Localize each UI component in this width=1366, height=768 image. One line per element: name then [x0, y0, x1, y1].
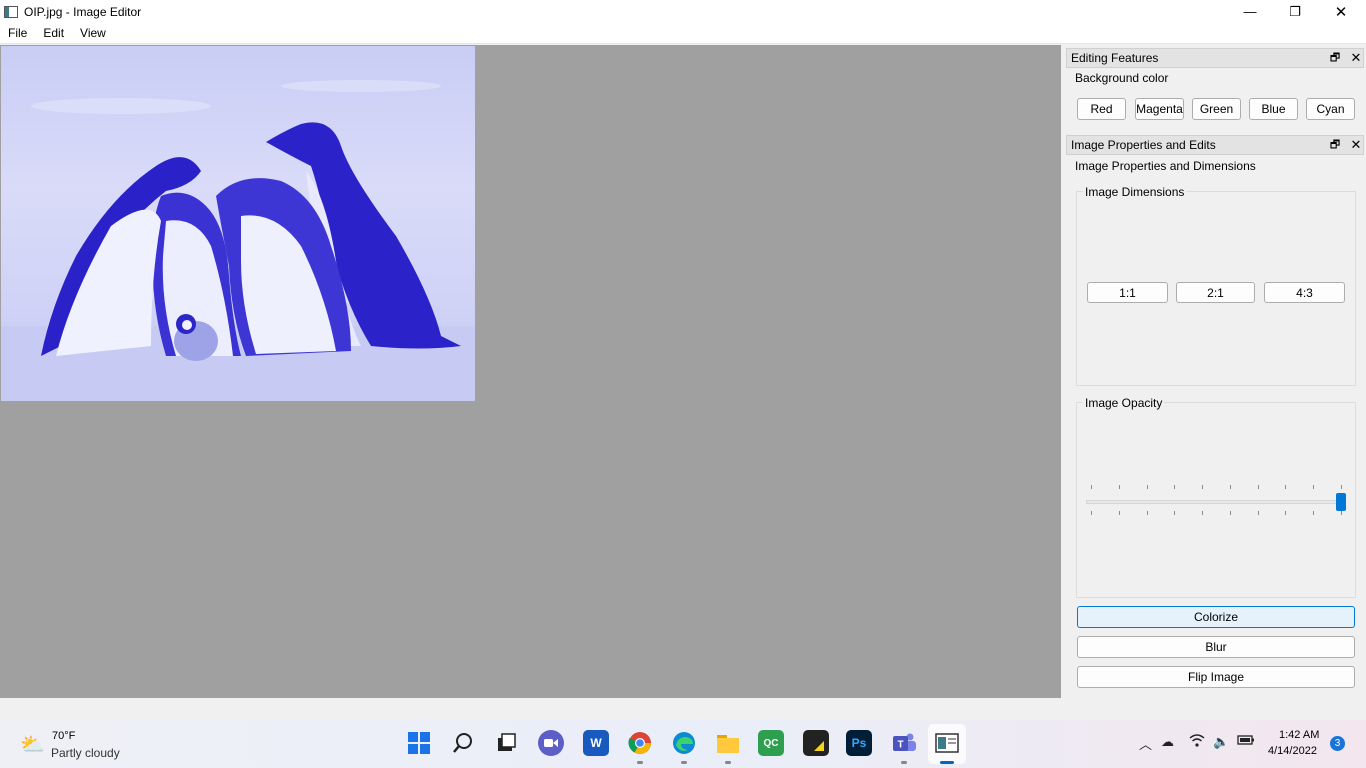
slider-tick — [1202, 485, 1204, 489]
slider-tick — [1257, 485, 1259, 489]
sticky-notes-icon[interactable] — [803, 730, 829, 756]
teams-running-indicator — [901, 761, 907, 764]
close-button[interactable]: ✕ — [1318, 0, 1364, 23]
editor-active-indicator — [940, 761, 954, 764]
penguins-image — [1, 46, 475, 401]
weather-description[interactable]: Partly cloudy — [51, 746, 120, 760]
weather-icon[interactable]: ⛅ — [20, 732, 45, 757]
slider-tick — [1229, 511, 1231, 515]
chevron-up-icon[interactable]: ︿ — [1139, 734, 1152, 753]
ratio-4-3-button[interactable]: 4:3 — [1264, 282, 1345, 303]
slider-tick — [1341, 485, 1342, 489]
chat-icon[interactable] — [538, 730, 564, 756]
close-dock-icon[interactable]: ✕ — [1348, 50, 1364, 66]
title-bar: OIP.jpg - Image Editor — ❐ ✕ — [0, 0, 1366, 23]
slider-tick — [1146, 511, 1148, 515]
onedrive-icon[interactable]: ☁ — [1161, 734, 1174, 750]
qc-icon[interactable]: QC — [758, 730, 784, 756]
flip-image-button[interactable]: Flip Image — [1077, 666, 1355, 688]
colorize-button[interactable]: Colorize — [1077, 606, 1355, 628]
menu-view[interactable]: View — [72, 26, 114, 40]
image-properties-subtitle: Image Properties and Dimensions — [1075, 159, 1256, 173]
chrome-running-indicator — [637, 761, 643, 764]
photoshop-icon[interactable]: Ps — [846, 730, 872, 756]
image-canvas[interactable] — [0, 45, 1061, 698]
app-icon — [4, 5, 18, 18]
word-icon[interactable]: W — [583, 730, 609, 756]
slider-tick — [1202, 511, 1204, 515]
svg-text:T: T — [897, 740, 903, 751]
color-cyan-button[interactable]: Cyan — [1306, 98, 1355, 120]
blur-button[interactable]: Blur — [1077, 636, 1355, 658]
close-dock-icon[interactable]: ✕ — [1348, 137, 1364, 153]
edge-icon[interactable] — [671, 730, 697, 756]
image-dimensions-title: Image Dimensions — [1083, 185, 1187, 199]
image-opacity-title: Image Opacity — [1083, 396, 1165, 410]
image-properties-title: Image Properties and Edits — [1071, 138, 1216, 152]
slider-tick — [1285, 511, 1287, 515]
slider-track — [1086, 500, 1344, 504]
slider-handle[interactable] — [1336, 493, 1346, 511]
image-editor-icon[interactable] — [934, 730, 960, 756]
penguins-illustration — [1, 80, 475, 401]
float-dock-icon[interactable]: 🗗 — [1327, 50, 1343, 66]
teams-icon[interactable]: T — [891, 730, 917, 756]
start-icon[interactable] — [406, 730, 432, 756]
slider-tick — [1257, 511, 1259, 515]
battery-icon[interactable] — [1237, 734, 1255, 749]
menu-bar: File Edit View — [0, 23, 1366, 44]
status-bar — [0, 698, 1366, 720]
slider-tick — [1341, 511, 1342, 515]
maximize-button[interactable]: ❐ — [1272, 0, 1318, 23]
task-view-icon[interactable] — [493, 730, 519, 756]
slider-tick — [1229, 485, 1231, 489]
slider-tick — [1118, 485, 1120, 489]
chrome-icon[interactable] — [627, 730, 653, 756]
slider-tick — [1174, 511, 1176, 515]
volume-icon[interactable]: 🔈 — [1213, 734, 1229, 750]
slider-tick — [1091, 485, 1092, 489]
taskbar: ⛅ 70°F Partly cloudy W QC Ps T ︿ ☁ 🔈 1:4… — [0, 720, 1366, 768]
edge-running-indicator — [681, 761, 687, 764]
ratio-1-1-button[interactable]: 1:1 — [1087, 282, 1168, 303]
menu-file[interactable]: File — [0, 26, 35, 40]
menu-edit[interactable]: Edit — [35, 26, 72, 40]
editing-features-title: Editing Features — [1071, 51, 1159, 65]
background-color-label: Background color — [1075, 71, 1169, 85]
editing-features-header: Editing Features 🗗 ✕ — [1066, 48, 1364, 68]
slider-tick — [1091, 511, 1092, 515]
slider-tick — [1313, 511, 1315, 515]
file-explorer-icon[interactable] — [715, 730, 741, 756]
explorer-running-indicator — [725, 761, 731, 764]
ratio-2-1-button[interactable]: 2:1 — [1176, 282, 1255, 303]
notification-badge[interactable]: 3 — [1330, 736, 1345, 751]
color-red-button[interactable]: Red — [1077, 98, 1126, 120]
float-dock-icon[interactable]: 🗗 — [1327, 137, 1343, 153]
slider-tick — [1174, 485, 1176, 489]
wifi-icon[interactable] — [1189, 734, 1205, 750]
window-title: OIP.jpg - Image Editor — [24, 4, 142, 19]
side-panel: Editing Features 🗗 ✕ Background color Re… — [1063, 45, 1366, 698]
weather-temperature[interactable]: 70°F — [52, 730, 75, 742]
slider-tick — [1146, 485, 1148, 489]
clock-date[interactable]: 4/14/2022 — [1268, 745, 1317, 757]
color-blue-button[interactable]: Blue — [1249, 98, 1298, 120]
clock-time[interactable]: 1:42 AM — [1279, 729, 1319, 741]
color-green-button[interactable]: Green — [1192, 98, 1241, 120]
slider-tick — [1118, 511, 1120, 515]
search-icon[interactable] — [450, 730, 476, 756]
slider-tick — [1313, 485, 1315, 489]
color-magenta-button[interactable]: Magenta — [1135, 98, 1184, 120]
minimize-button[interactable]: — — [1227, 0, 1273, 23]
image-properties-header: Image Properties and Edits 🗗 ✕ — [1066, 135, 1364, 155]
slider-tick — [1285, 485, 1287, 489]
